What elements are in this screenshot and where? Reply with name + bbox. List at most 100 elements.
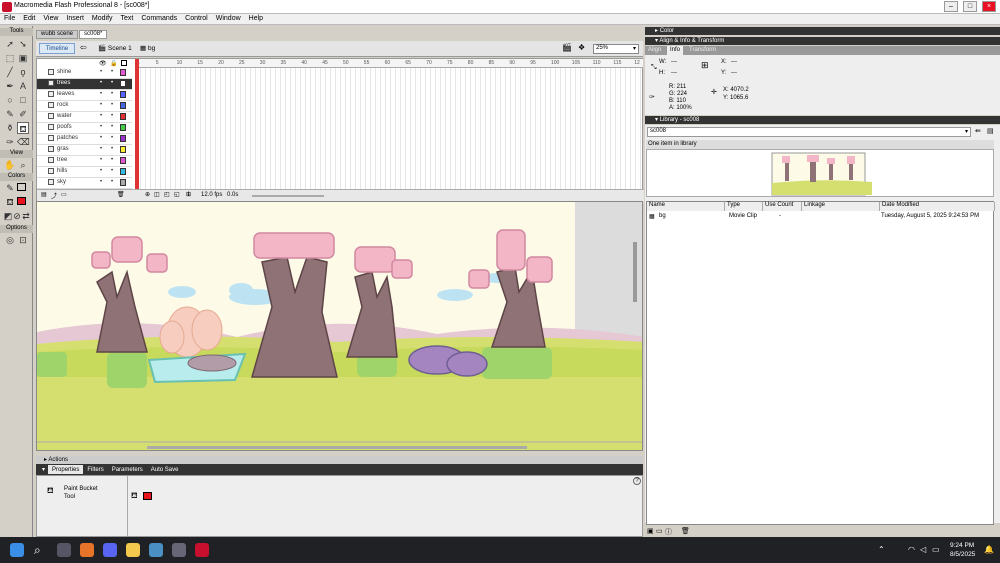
visibility-dot[interactable]: • xyxy=(100,157,102,163)
lock-dot[interactable]: • xyxy=(111,135,113,141)
photos-icon[interactable] xyxy=(149,543,163,557)
layer-row-water[interactable]: water • • xyxy=(37,112,132,123)
layer-color-swatch[interactable] xyxy=(120,157,126,164)
new-folder-icon[interactable]: ▭ xyxy=(656,527,663,535)
col-date-modified[interactable]: Date Modified xyxy=(880,202,995,211)
eraser-icon[interactable]: ⌫ xyxy=(17,136,30,148)
subselect-tool-icon[interactable]: ➘ xyxy=(17,38,29,50)
menu-window[interactable]: Window xyxy=(212,14,245,22)
maximize-button[interactable]: □ xyxy=(963,1,977,12)
battery-icon[interactable]: ▭ xyxy=(932,545,940,554)
menu-text[interactable]: Text xyxy=(117,14,138,22)
fill-color-swatch[interactable] xyxy=(143,492,152,500)
visibility-dot[interactable]: • xyxy=(100,91,102,97)
visibility-dot[interactable]: • xyxy=(100,80,102,86)
col-type[interactable]: Type xyxy=(725,202,763,211)
new-library-icon[interactable]: ▤ xyxy=(987,127,994,135)
align-info-header[interactable]: ▾ Align & Info & Transform xyxy=(645,37,1000,45)
free-transform-icon[interactable]: ⬚ xyxy=(4,52,16,64)
stage[interactable] xyxy=(36,201,643,451)
add-folder-icon[interactable]: ▭ xyxy=(61,191,67,198)
layer-row-trees[interactable]: trees • • xyxy=(37,79,132,90)
registration-grid-icon[interactable]: ⊞ xyxy=(701,60,709,71)
back-arrow-icon[interactable]: ⇦ xyxy=(80,43,90,53)
menu-control[interactable]: Control xyxy=(181,14,212,22)
clock-date[interactable]: 8/5/2025 xyxy=(950,551,975,558)
tab-transform[interactable]: Transform xyxy=(689,47,716,53)
layer-row-gras[interactable]: gras • • xyxy=(37,145,132,156)
menu-insert[interactable]: Insert xyxy=(62,14,88,22)
menu-help[interactable]: Help xyxy=(245,14,267,22)
new-symbol-icon[interactable]: ▣ xyxy=(647,527,654,535)
visibility-dot[interactable]: • xyxy=(100,146,102,152)
fill-transform-icon[interactable]: ▣ xyxy=(17,52,29,64)
lock-dot[interactable]: • xyxy=(111,80,113,86)
col-use-count[interactable]: Use Count xyxy=(763,202,802,211)
layer-color-swatch[interactable] xyxy=(120,124,126,131)
layer-color-swatch[interactable] xyxy=(120,179,126,186)
playhead[interactable] xyxy=(135,59,139,189)
visibility-dot[interactable]: • xyxy=(100,124,102,130)
timeline-scrollbar[interactable] xyxy=(252,195,324,197)
lock-dot[interactable]: • xyxy=(111,69,113,75)
pin-library-icon[interactable]: ⇚ xyxy=(975,127,981,135)
outline-icon[interactable] xyxy=(121,60,127,66)
file-explorer-icon[interactable] xyxy=(126,543,140,557)
zoom-tool-icon[interactable]: ⌕ xyxy=(17,159,29,171)
library-header[interactable]: ▾ Library - sc008 xyxy=(645,116,1000,124)
menu-view[interactable]: View xyxy=(39,14,62,22)
edit-multiple-icon[interactable]: ◱ xyxy=(174,191,180,198)
calculator-icon[interactable] xyxy=(172,543,186,557)
lock-fill-icon[interactable]: ⊡ xyxy=(17,234,29,246)
visibility-dot[interactable]: • xyxy=(100,113,102,119)
lock-dot[interactable]: • xyxy=(111,157,113,163)
pencil-tool-icon[interactable]: ✎ xyxy=(4,108,16,120)
lock-dot[interactable]: • xyxy=(111,124,113,130)
onion-outline-icon[interactable]: ◰ xyxy=(164,191,170,198)
layer-row-leaves[interactable]: leaves • • xyxy=(37,90,132,101)
pen-tool-icon[interactable]: ✒ xyxy=(4,80,16,92)
arrow-tool-icon[interactable]: ➚ xyxy=(4,38,16,50)
tab-parameters[interactable]: Parameters xyxy=(108,465,147,473)
layer-color-swatch[interactable] xyxy=(120,80,126,87)
eye-icon[interactable]: 👁 xyxy=(99,60,107,67)
timeline-toggle-button[interactable]: Timeline xyxy=(39,43,75,54)
edit-scene-icon[interactable]: 🎬 xyxy=(562,43,574,54)
eyedropper-icon[interactable]: ✑ xyxy=(4,136,16,148)
firefox-icon[interactable] xyxy=(80,543,94,557)
onion-skin-icon[interactable]: ◫ xyxy=(154,191,160,198)
brush-tool-icon[interactable]: ✐ xyxy=(17,108,29,120)
layer-row-hills[interactable]: hills • • xyxy=(37,167,132,178)
chevron-up-icon[interactable]: ⌃ xyxy=(878,545,885,554)
ink-bottle-icon[interactable]: ⚱ xyxy=(4,122,16,134)
visibility-dot[interactable]: • xyxy=(100,179,102,185)
lock-dot[interactable]: • xyxy=(111,168,113,174)
collapse-triangle-icon[interactable]: ▾ xyxy=(36,464,48,473)
lock-dot[interactable]: • xyxy=(111,146,113,152)
text-tool-icon[interactable]: A xyxy=(17,80,29,92)
lock-dot[interactable]: • xyxy=(111,91,113,97)
tab-properties[interactable]: Properties xyxy=(48,465,84,474)
stroke-color-icon[interactable]: ✎ xyxy=(4,182,16,194)
notifications-icon[interactable]: 🔔 xyxy=(984,545,994,554)
visibility-dot[interactable]: • xyxy=(100,168,102,174)
delete-icon[interactable]: 🗑 xyxy=(681,527,690,535)
search-icon[interactable]: ⌕ xyxy=(34,543,48,557)
rectangle-tool-icon[interactable]: □ xyxy=(17,94,29,106)
close-button[interactable]: × xyxy=(982,1,996,12)
clock-time[interactable]: 9:24 PM xyxy=(950,542,974,549)
visibility-dot[interactable]: • xyxy=(100,69,102,75)
add-guide-icon[interactable]: ⤴ xyxy=(51,191,57,200)
menu-file[interactable]: File xyxy=(0,14,19,22)
center-frame-icon[interactable]: ⊕ xyxy=(145,191,150,198)
table-row[interactable]: ▦ bg Movie Clip - Tuesday, August 5, 202… xyxy=(647,212,995,221)
layer-row-patches[interactable]: patches • • xyxy=(37,134,132,145)
zoom-select[interactable]: 25% ▾ xyxy=(593,44,639,54)
breadcrumb-symbol[interactable]: ▦ bg xyxy=(140,44,155,52)
col-linkage[interactable]: Linkage xyxy=(802,202,880,211)
swap-colors-icon[interactable]: ⇄ xyxy=(20,210,32,222)
visibility-dot[interactable]: • xyxy=(100,102,102,108)
layer-row-sky[interactable]: sky • • xyxy=(37,178,132,189)
layer-row-poofs[interactable]: poofs • • xyxy=(37,123,132,134)
layer-color-swatch[interactable] xyxy=(120,135,126,142)
